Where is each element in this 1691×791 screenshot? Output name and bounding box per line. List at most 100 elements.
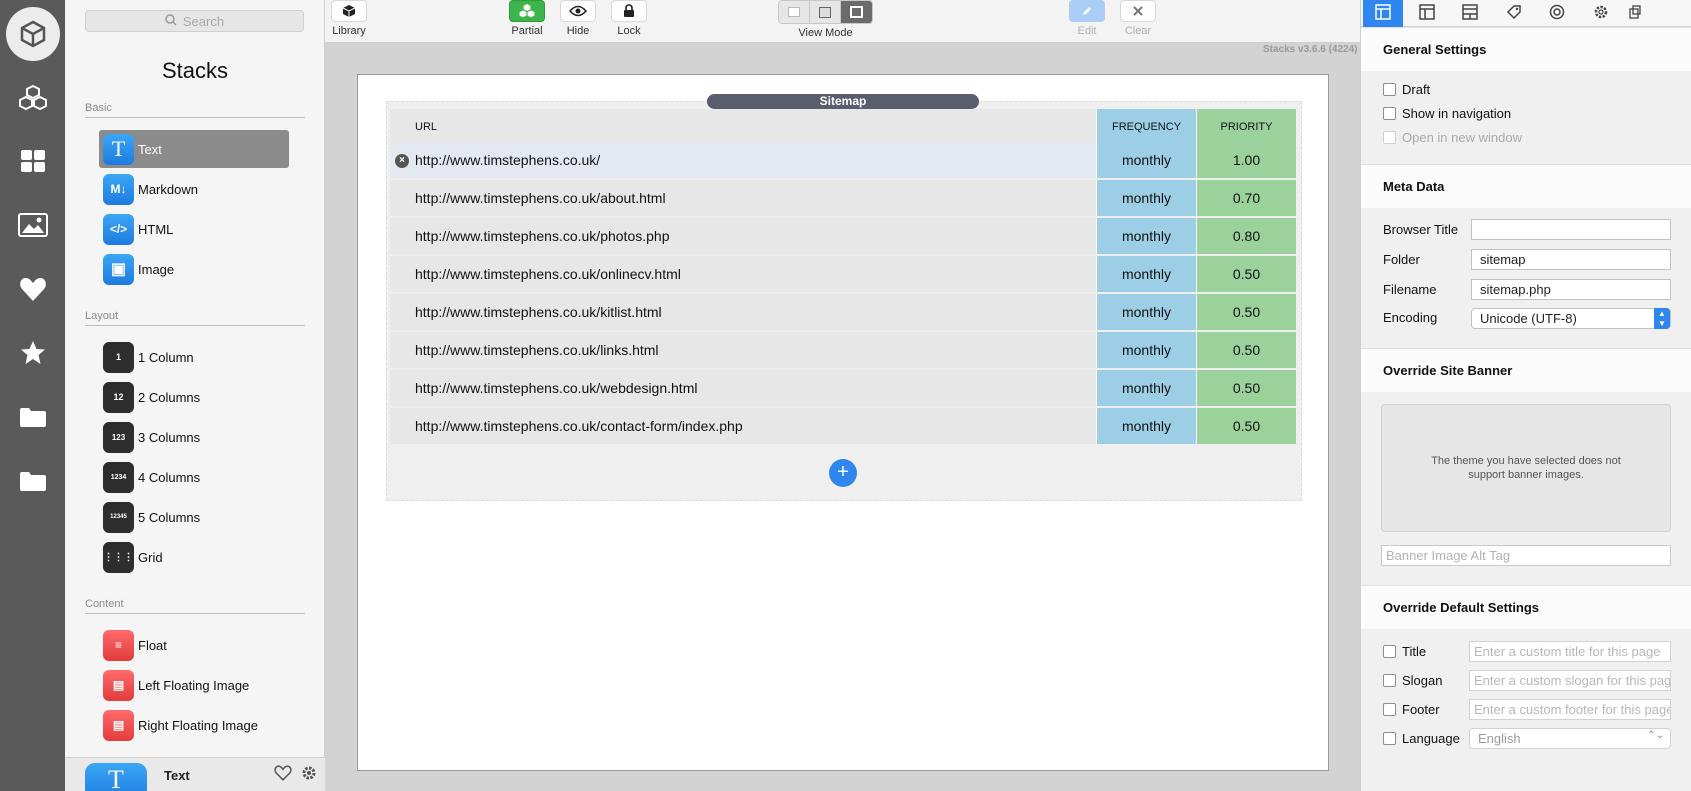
partial-button[interactable]: Partial (509, 0, 545, 37)
cubes-icon[interactable] (0, 76, 65, 120)
library-button[interactable]: Library (331, 0, 367, 37)
frequency-cell[interactable]: monthly (1096, 294, 1196, 330)
table-row[interactable]: http://www.timstephens.co.uk/webdesign.h… (390, 370, 1296, 406)
library-item-left-floating-image[interactable]: ▤ Left Floating Image (99, 666, 289, 704)
folder-icon[interactable] (0, 395, 65, 439)
priority-cell[interactable]: 0.50 (1196, 370, 1296, 406)
gear-icon[interactable] (301, 765, 317, 784)
view-mode-control[interactable]: View Mode (778, 0, 873, 39)
remove-row-icon[interactable]: × (395, 154, 409, 168)
library-item-5-columns[interactable]: 12345 5 Columns (99, 498, 289, 536)
view-mode-normal[interactable] (810, 1, 841, 23)
draft-checkbox[interactable]: Draft (1383, 82, 1430, 97)
layout-inspector-tab[interactable] (1407, 0, 1447, 27)
browser-title-field[interactable] (1471, 219, 1671, 240)
table-row[interactable]: http://www.timstephens.co.uk/photos.php … (390, 218, 1296, 254)
priority-cell[interactable]: 0.50 (1196, 332, 1296, 368)
view-mode-segments[interactable] (778, 0, 873, 24)
footer-override-checkbox[interactable]: Footer (1383, 702, 1440, 717)
url-cell[interactable]: × http://www.timstephens.co.uk/ (390, 142, 1096, 178)
frequency-cell[interactable]: monthly (1096, 370, 1196, 406)
priority-cell[interactable]: 0.50 (1196, 256, 1296, 292)
show-in-navigation-checkbox[interactable]: Show in navigation (1383, 106, 1511, 121)
library-item-2-columns[interactable]: 12 2 Columns (99, 378, 289, 416)
library-search-input[interactable]: Search (85, 10, 304, 32)
title-override-input[interactable]: Enter a custom title for this page (1469, 641, 1671, 662)
frequency-cell[interactable]: monthly (1096, 256, 1196, 292)
target-inspector-tab[interactable] (1537, 0, 1577, 27)
frequency-cell[interactable]: monthly (1096, 332, 1196, 368)
priority-cell[interactable]: 0.70 (1196, 180, 1296, 216)
priority-cell[interactable]: 1.00 (1196, 142, 1296, 178)
library-item-markdown[interactable]: M↓ Markdown (99, 170, 289, 208)
add-row-button[interactable]: + (829, 459, 857, 487)
library-item-text[interactable]: T Text (99, 130, 289, 168)
folder-icon[interactable] (0, 459, 65, 503)
checkbox-box[interactable] (1383, 674, 1396, 687)
encoding-select[interactable]: Unicode (UTF-8) ▲ ▼ (1471, 308, 1671, 329)
library-item-3-columns[interactable]: 123 3 Columns (99, 418, 289, 456)
checkbox-box[interactable] (1383, 645, 1396, 658)
title-override-checkbox[interactable]: Title (1383, 644, 1426, 659)
more-inspector-tab[interactable] (1625, 0, 1645, 27)
banner-alt-tag-input[interactable]: Banner Image Alt Tag (1381, 545, 1671, 566)
view-mode-preview[interactable] (841, 1, 872, 23)
slogan-override-input[interactable]: Enter a custom slogan for this page (1469, 670, 1671, 691)
checkbox-box[interactable] (1383, 732, 1396, 745)
library-item-4-columns[interactable]: 1234 4 Columns (99, 458, 289, 496)
frequency-cell[interactable]: monthly (1096, 142, 1196, 178)
folder-field[interactable]: sitemap (1471, 249, 1671, 270)
library-item-right-floating-image[interactable]: ▤ Right Floating Image (99, 706, 289, 744)
library-item-html[interactable]: </> HTML (99, 210, 289, 248)
filename-field[interactable]: sitemap.php (1471, 279, 1671, 300)
language-override-checkbox[interactable]: Language (1383, 731, 1460, 746)
library-item-grid[interactable]: ⋮⋮⋮ Grid (99, 538, 289, 576)
settings-inspector-tab[interactable] (1581, 0, 1621, 27)
url-cell[interactable]: http://www.timstephens.co.uk/photos.php (390, 218, 1096, 254)
clear-button[interactable]: Clear (1120, 0, 1156, 37)
checkbox-box[interactable] (1383, 107, 1396, 120)
lock-button[interactable]: Lock (611, 0, 647, 37)
footer-override-input[interactable]: Enter a custom footer for this page (1469, 699, 1671, 720)
library-item-float[interactable]: ≡ Float (99, 626, 289, 664)
star-icon[interactable] (0, 331, 65, 375)
tag-inspector-tab[interactable] (1494, 0, 1534, 27)
frequency-cell[interactable]: monthly (1096, 408, 1196, 444)
frequency-cell[interactable]: monthly (1096, 218, 1196, 254)
stack-inspector-tab[interactable] (1450, 0, 1490, 27)
table-row[interactable]: http://www.timstephens.co.uk/kitlist.htm… (390, 294, 1296, 330)
checkbox-box[interactable] (1383, 131, 1396, 144)
url-cell[interactable]: http://www.timstephens.co.uk/about.html (390, 180, 1096, 216)
url-cell[interactable]: http://www.timstephens.co.uk/contact-for… (390, 408, 1096, 444)
table-row[interactable]: × http://www.timstephens.co.uk/ monthly 1… (390, 142, 1296, 178)
table-row[interactable]: http://www.timstephens.co.uk/contact-for… (390, 408, 1296, 444)
priority-cell[interactable]: 0.80 (1196, 218, 1296, 254)
priority-cell[interactable]: 0.50 (1196, 408, 1296, 444)
heart-icon[interactable] (274, 765, 292, 784)
checkbox-box[interactable] (1383, 83, 1396, 96)
open-in-new-window-checkbox[interactable]: Open in new window (1383, 130, 1522, 145)
page-inspector-tab[interactable] (1363, 0, 1403, 27)
priority-cell[interactable]: 0.50 (1196, 294, 1296, 330)
edit-button[interactable]: Edit (1069, 0, 1105, 37)
url-cell[interactable]: http://www.timstephens.co.uk/webdesign.h… (390, 370, 1096, 406)
url-cell[interactable]: http://www.timstephens.co.uk/onlinecv.ht… (390, 256, 1096, 292)
table-row[interactable]: http://www.timstephens.co.uk/about.html … (390, 180, 1296, 216)
checkbox-box[interactable] (1383, 703, 1396, 716)
view-mode-compact[interactable] (779, 1, 810, 23)
url-cell[interactable]: http://www.timstephens.co.uk/links.html (390, 332, 1096, 368)
sitemap-stack-label[interactable]: Sitemap (707, 94, 979, 109)
url-cell[interactable]: http://www.timstephens.co.uk/kitlist.htm… (390, 294, 1096, 330)
table-row[interactable]: http://www.timstephens.co.uk/onlinecv.ht… (390, 256, 1296, 292)
hide-button[interactable]: Hide (560, 0, 596, 37)
stacks-logo-icon[interactable] (6, 7, 60, 61)
library-item-1-column[interactable]: 1 1 Column (99, 338, 289, 376)
table-row[interactable]: http://www.timstephens.co.uk/links.html … (390, 332, 1296, 368)
heart-icon[interactable] (0, 267, 65, 311)
language-select[interactable]: English ⌃⌄ (1469, 728, 1671, 749)
library-item-image[interactable]: ▣ Image (99, 250, 289, 288)
grid-icon[interactable] (0, 139, 65, 183)
frequency-cell[interactable]: monthly (1096, 180, 1196, 216)
slogan-override-checkbox[interactable]: Slogan (1383, 673, 1442, 688)
image-icon[interactable] (0, 203, 65, 247)
